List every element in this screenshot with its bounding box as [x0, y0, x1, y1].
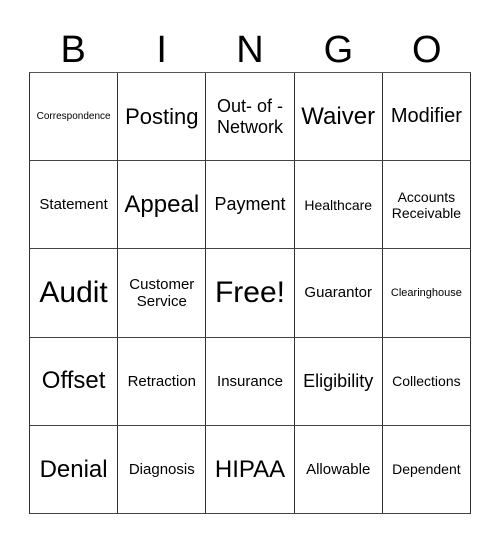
bingo-cell[interactable]: Payment [206, 161, 295, 250]
bingo-cell[interactable]: Allowable [294, 425, 383, 514]
bingo-cell[interactable]: Clearinghouse [382, 249, 471, 338]
bingo-cell[interactable]: Audit [30, 249, 119, 338]
bingo-cell[interactable]: Correspondence [30, 73, 119, 162]
bingo-cell[interactable]: HIPAA [206, 425, 295, 514]
bingo-cell[interactable]: Waiver [294, 73, 383, 162]
header-letter-n: N [236, 29, 264, 71]
bingo-cell[interactable]: Diagnosis [118, 425, 207, 514]
bingo-grid: Correspondence Posting Out- of - Network… [29, 72, 471, 514]
bingo-header: B I N G O [29, 28, 471, 72]
bingo-cell[interactable]: Accounts Receivable [382, 161, 471, 250]
bingo-cell[interactable]: Offset [30, 337, 119, 426]
bingo-cell[interactable]: Guarantor [294, 249, 383, 338]
bingo-cell[interactable]: Denial [30, 425, 119, 514]
bingo-cell[interactable]: Statement [30, 161, 119, 250]
bingo-cell[interactable]: Out- of - Network [206, 73, 295, 162]
bingo-cell[interactable]: Collections [382, 337, 471, 426]
bingo-cell[interactable]: Retraction [118, 337, 207, 426]
header-letter-g: G [323, 29, 354, 71]
header-letter-b: B [60, 29, 86, 71]
bingo-cell[interactable]: Modifier [382, 73, 471, 162]
bingo-cell[interactable]: Appeal [118, 161, 207, 250]
free-space-cell[interactable]: Free! [206, 249, 295, 338]
header-letter-i: I [156, 29, 167, 71]
bingo-cell[interactable]: Insurance [206, 337, 295, 426]
bingo-cell[interactable]: Healthcare [294, 161, 383, 250]
header-letter-o: O [412, 29, 442, 71]
bingo-cell[interactable]: Posting [118, 73, 207, 162]
bingo-cell[interactable]: Customer Service [118, 249, 207, 338]
bingo-cell[interactable]: Dependent [382, 425, 471, 514]
bingo-cell[interactable]: Eligibility [294, 337, 383, 426]
